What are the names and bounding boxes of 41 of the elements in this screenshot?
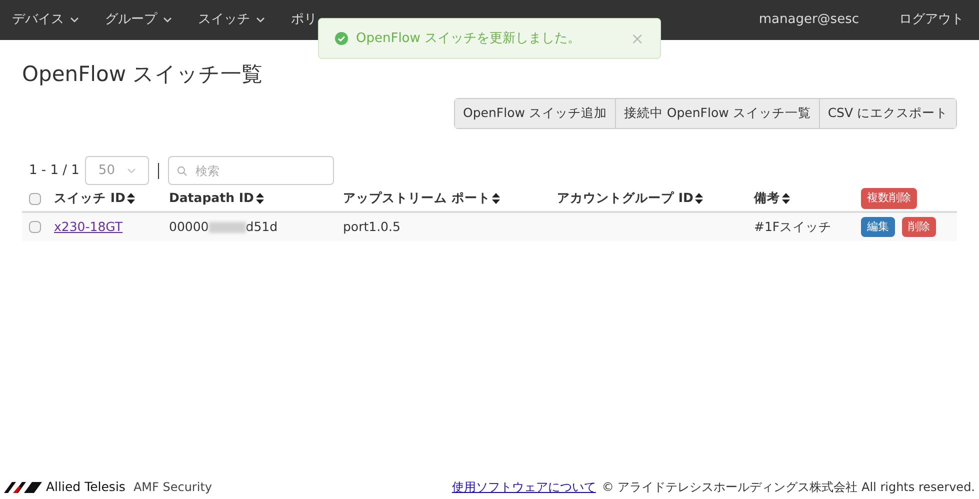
toolbar-button[interactable]: 接続中 OpenFlow スイッチ一覧: [614, 99, 819, 128]
nav-menu-item[interactable]: ポリ: [291, 10, 317, 30]
column-header[interactable]: 備考: [754, 189, 861, 208]
copyright-text: © アライドテレシスホールディングス株式会社 All rights reserved.: [602, 479, 975, 496]
table-cell-text: #1Fスイッチ: [754, 218, 833, 236]
software-link[interactable]: 使用ソフトウェアについて: [452, 478, 596, 496]
sort-icon: [782, 193, 790, 204]
sort-icon: [127, 193, 136, 204]
page-title: OpenFlow スイッチ一覧: [22, 64, 264, 85]
sort-icon: [492, 193, 500, 204]
column-header[interactable]: スイッチ ID: [54, 189, 169, 208]
chevron-down-icon: [127, 168, 136, 174]
sort-icon: [256, 193, 264, 204]
user-name[interactable]: manager@sesc: [758, 10, 859, 30]
switch-id-link[interactable]: x230-18GT: [54, 218, 169, 236]
toast-message: OpenFlow スイッチを更新しました。: [356, 30, 582, 48]
search-field[interactable]: 検索: [168, 156, 334, 185]
sort-icon: [695, 193, 704, 204]
nav-menu-item[interactable]: スイッチ: [198, 10, 265, 30]
check-circle-icon: [335, 32, 348, 45]
toolbar-button[interactable]: CSV にエクスポート: [818, 99, 956, 128]
column-header[interactable]: Datapath ID: [169, 189, 343, 208]
bulk-delete-button[interactable]: 複数削除: [861, 188, 917, 209]
logo-icon: [4, 482, 42, 492]
logout-link[interactable]: ログアウト: [899, 10, 964, 30]
delete-button[interactable]: 削除: [902, 216, 936, 238]
table-cell-text: 00000: [169, 218, 209, 236]
column-header[interactable]: アカウントグループ ID: [557, 189, 754, 208]
toolbar-button[interactable]: OpenFlow スイッチ追加: [455, 99, 615, 128]
nav-menu-item[interactable]: デバイス: [12, 10, 79, 30]
column-header[interactable]: アップストリーム ポート: [343, 189, 557, 208]
checkbox[interactable]: [29, 192, 41, 204]
edit-button[interactable]: 編集: [861, 216, 895, 238]
table-cell-text: d51d: [246, 218, 278, 236]
product-name: AMF Security: [133, 479, 212, 496]
result-range: 1 - 1 / 1: [29, 162, 80, 180]
checkbox[interactable]: [29, 221, 41, 233]
table-cell-text: port1.0.5: [343, 218, 402, 236]
nav-menu-item[interactable]: グループ: [105, 10, 172, 30]
brand-name: Allied Telesis: [46, 478, 126, 496]
search-icon: [177, 166, 188, 176]
